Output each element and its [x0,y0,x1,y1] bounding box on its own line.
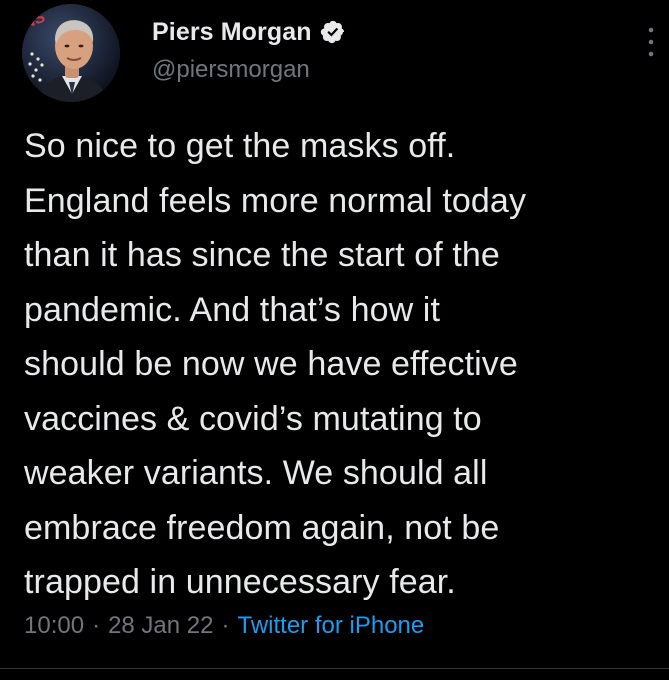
tweet-date[interactable]: 28 Jan 22 [108,612,213,640]
author-display-name[interactable]: Piers Morgan [152,18,312,47]
tweet: NS Piers Morgan @piersmorgan So nice to … [0,0,669,680]
tweet-meta: 10:00 · 28 Jan 22 · Twitter for iPhone [24,612,424,640]
author-handle[interactable]: @piersmorgan [152,56,310,84]
meta-separator: · [92,612,101,639]
meta-separator: · [221,612,230,639]
verified-badge-icon [320,19,346,45]
more-options-icon[interactable] [644,22,658,62]
tweet-time[interactable]: 10:00 [24,612,84,640]
avatar-image: NS [22,4,120,102]
tweet-text: So nice to get the masks off. England fe… [24,127,527,601]
author-name-row: Piers Morgan [152,14,346,50]
avatar[interactable]: NS [22,4,120,102]
tweet-source-link[interactable]: Twitter for iPhone [237,612,424,640]
divider [0,668,669,669]
